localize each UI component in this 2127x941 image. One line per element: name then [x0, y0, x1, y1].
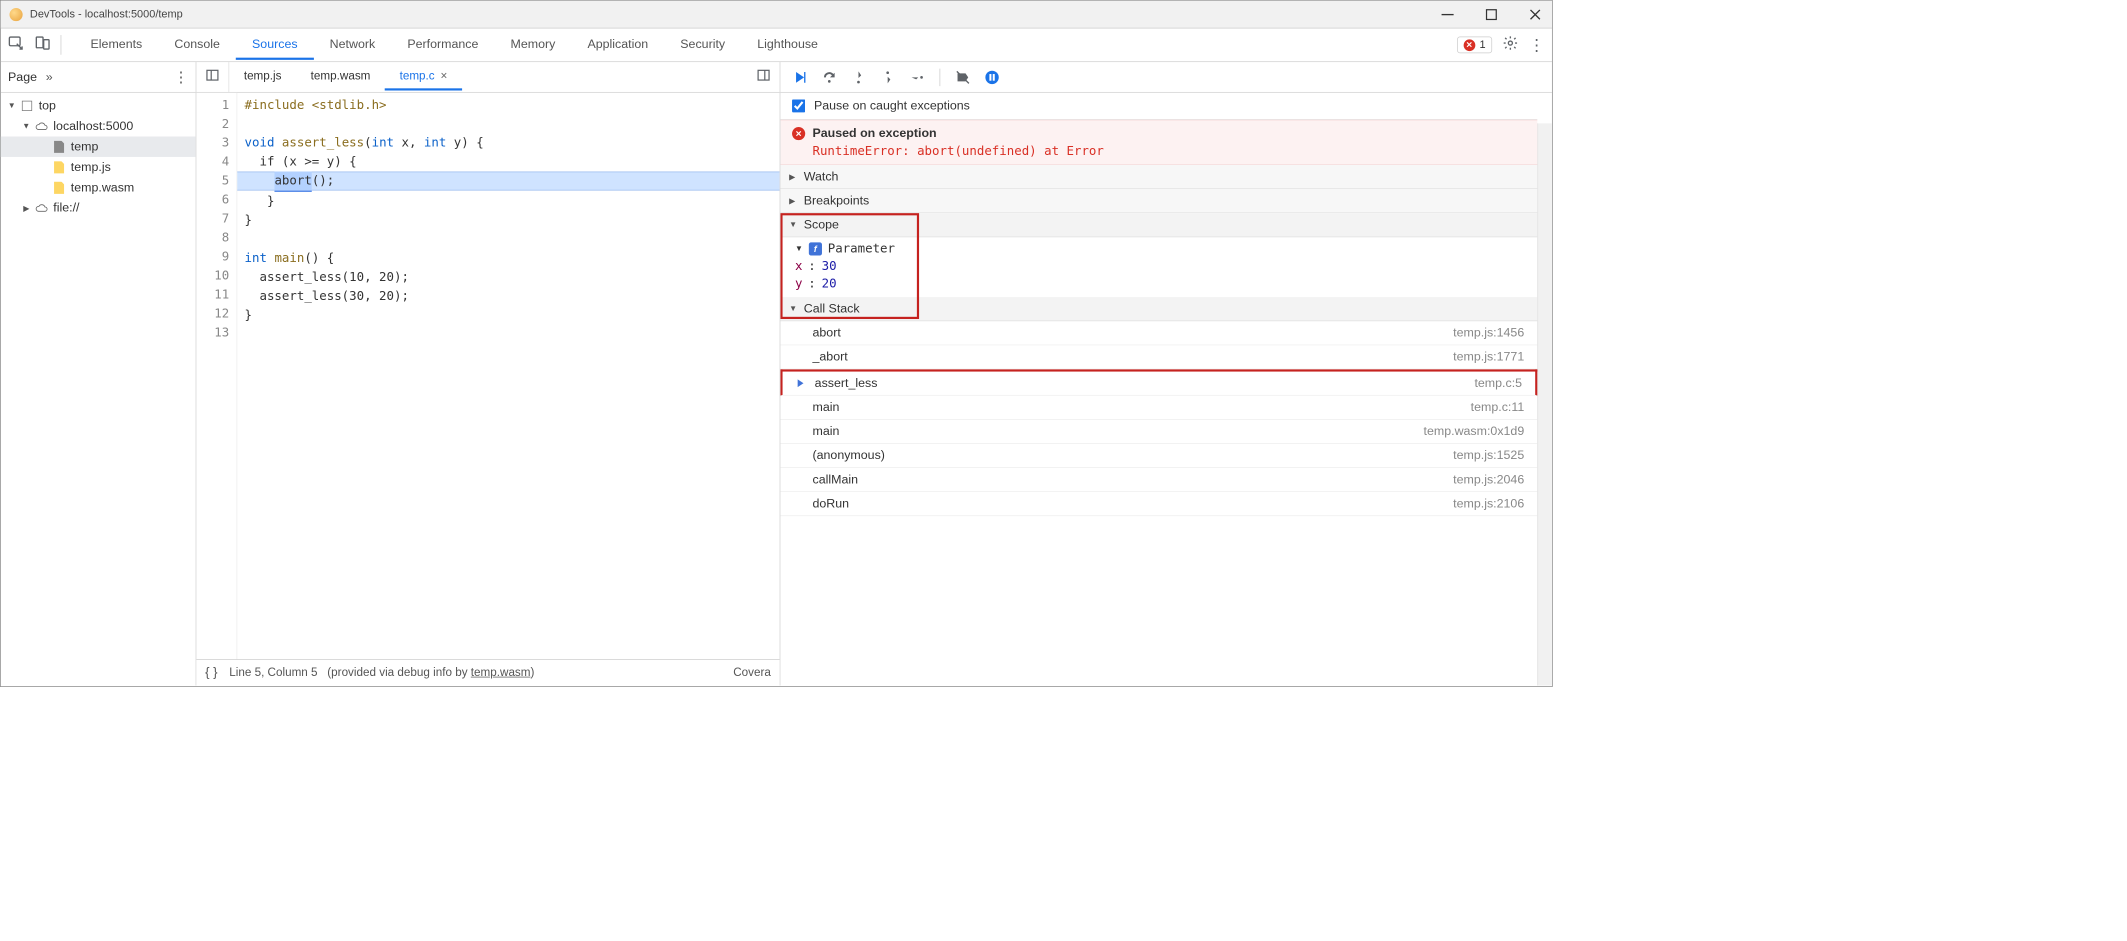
tab-lighthouse[interactable]: Lighthouse [741, 30, 834, 60]
debugger-toolbar [780, 62, 1552, 93]
tree-file-temp-js[interactable]: temp.js [1, 157, 196, 177]
editor-tab-temp-c[interactable]: temp.c × [385, 64, 462, 90]
navigator-header: Page » ⋮ [1, 62, 196, 93]
tab-sources[interactable]: Sources [236, 30, 314, 60]
editor-statusbar: { } Line 5, Column 5 (provided via debug… [196, 659, 779, 685]
exception-icon: ✕ [792, 127, 805, 140]
section-callstack[interactable]: ▼Call Stack [780, 297, 1537, 321]
settings-gear-icon[interactable] [1502, 35, 1518, 55]
tab-console[interactable]: Console [158, 30, 236, 60]
editor-tabbar: temp.js temp.wasm temp.c × [196, 62, 779, 93]
tree-file-temp[interactable]: temp [1, 137, 196, 157]
frame-icon [22, 101, 32, 111]
callstack-frame[interactable]: main temp.c:11 [780, 396, 1537, 420]
line-gutter: 123 456 789 101112 13 [196, 93, 237, 686]
pause-on-caught-row: Pause on caught exceptions [780, 93, 1537, 120]
section-scope[interactable]: ▼Scope [780, 213, 1537, 237]
callstack-frame[interactable]: callMain temp.js:2046 [780, 468, 1537, 492]
file-icon [54, 141, 64, 153]
resume-button[interactable] [791, 68, 810, 87]
callstack-list: abort temp.js:1456 _abort temp.js:1771 a… [780, 321, 1537, 516]
callstack-frame[interactable]: _abort temp.js:1771 [780, 345, 1537, 369]
cloud-icon [34, 201, 49, 216]
current-frame-arrow-icon [796, 377, 808, 389]
scope-var-x[interactable]: x: 30 [780, 258, 1537, 276]
editor-tab-temp-js[interactable]: temp.js [229, 64, 296, 90]
callstack-frame[interactable]: main temp.wasm:0x1d9 [780, 420, 1537, 444]
navigator-kebab-icon[interactable]: ⋮ [174, 68, 189, 86]
callstack-frame[interactable]: doRun temp.js:2106 [780, 492, 1537, 516]
window-titlebar: DevTools - localhost:5000/temp [1, 1, 1552, 29]
callstack-frame-current[interactable]: assert_less temp.c:5 [780, 369, 1537, 395]
scrollbar[interactable] [1537, 123, 1552, 685]
section-watch[interactable]: ▶Watch [780, 165, 1537, 189]
pretty-print-icon[interactable]: { } [205, 665, 217, 680]
scope-group-parameter[interactable]: ▼ f Parameter [780, 240, 1537, 258]
coverage-label: Covera [733, 666, 771, 679]
callstack-frame[interactable]: abort temp.js:1456 [780, 321, 1537, 345]
toggle-debugger-icon[interactable] [756, 73, 771, 85]
tab-application[interactable]: Application [571, 30, 664, 60]
pause-on-caught-checkbox[interactable] [792, 99, 805, 112]
tab-network[interactable]: Network [314, 30, 392, 60]
step-into-button[interactable] [849, 68, 868, 87]
exception-title: Paused on exception [812, 126, 936, 141]
cloud-icon [34, 119, 49, 134]
devtools-tabbar: Elements Console Sources Network Perform… [1, 28, 1552, 62]
window-minimize-button[interactable] [1440, 6, 1456, 22]
tree-file-temp-wasm[interactable]: temp.wasm [1, 177, 196, 197]
kebab-menu-icon[interactable]: ⋮ [1529, 35, 1545, 54]
error-count-badge[interactable]: ✕ 1 [1457, 37, 1492, 54]
step-out-button[interactable] [878, 68, 897, 87]
paused-exception-banner: ✕ Paused on exception RuntimeError: abor… [780, 120, 1537, 165]
error-icon: ✕ [1463, 39, 1475, 51]
section-breakpoints[interactable]: ▶Breakpoints [780, 189, 1537, 213]
inspect-element-icon[interactable] [8, 35, 24, 55]
file-icon [54, 181, 64, 193]
navigator-more-icon[interactable]: » [46, 70, 53, 85]
tab-security[interactable]: Security [664, 30, 741, 60]
navigator-tab-page[interactable]: Page [8, 70, 37, 85]
code-editor[interactable]: 123 456 789 101112 13 #include <stdlib.h… [196, 93, 779, 686]
tab-elements[interactable]: Elements [74, 30, 158, 60]
devtools-app-icon [9, 8, 22, 21]
tree-top[interactable]: ▼ top [1, 96, 196, 116]
callstack-frame[interactable]: (anonymous) temp.js:1525 [780, 444, 1537, 468]
window-close-button[interactable] [1527, 6, 1543, 22]
window-title: DevTools - localhost:5000/temp [30, 8, 183, 20]
deactivate-breakpoints-button[interactable] [953, 68, 972, 87]
pause-on-exceptions-button[interactable] [983, 68, 1002, 87]
tab-memory[interactable]: Memory [494, 30, 571, 60]
function-badge-icon: f [809, 242, 822, 255]
device-toolbar-icon[interactable] [34, 35, 50, 55]
exception-message: RuntimeError: abort(undefined) at Error [792, 144, 1526, 159]
debug-source-link[interactable]: temp.wasm [471, 666, 531, 678]
editor-tab-temp-wasm[interactable]: temp.wasm [296, 64, 385, 90]
scope-var-y[interactable]: y: 20 [780, 275, 1537, 293]
scope-body: ▼ f Parameter x: 30 y: 20 [780, 237, 1537, 297]
toggle-navigator-icon[interactable] [205, 68, 220, 86]
error-count: 1 [1479, 39, 1485, 51]
window-maximize-button[interactable] [1483, 6, 1499, 22]
code-content: #include <stdlib.h> void assert_less(int… [237, 93, 779, 686]
file-icon [54, 161, 64, 173]
tab-performance[interactable]: Performance [391, 30, 494, 60]
cursor-position: Line 5, Column 5 [229, 666, 317, 678]
step-over-button[interactable] [820, 68, 839, 87]
tree-file-proto[interactable]: ▶ file:// [1, 198, 196, 218]
pause-on-caught-label: Pause on caught exceptions [814, 99, 970, 114]
tree-origin[interactable]: ▼ localhost:5000 [1, 116, 196, 136]
close-tab-icon[interactable]: × [440, 70, 447, 83]
step-button[interactable] [907, 68, 926, 87]
